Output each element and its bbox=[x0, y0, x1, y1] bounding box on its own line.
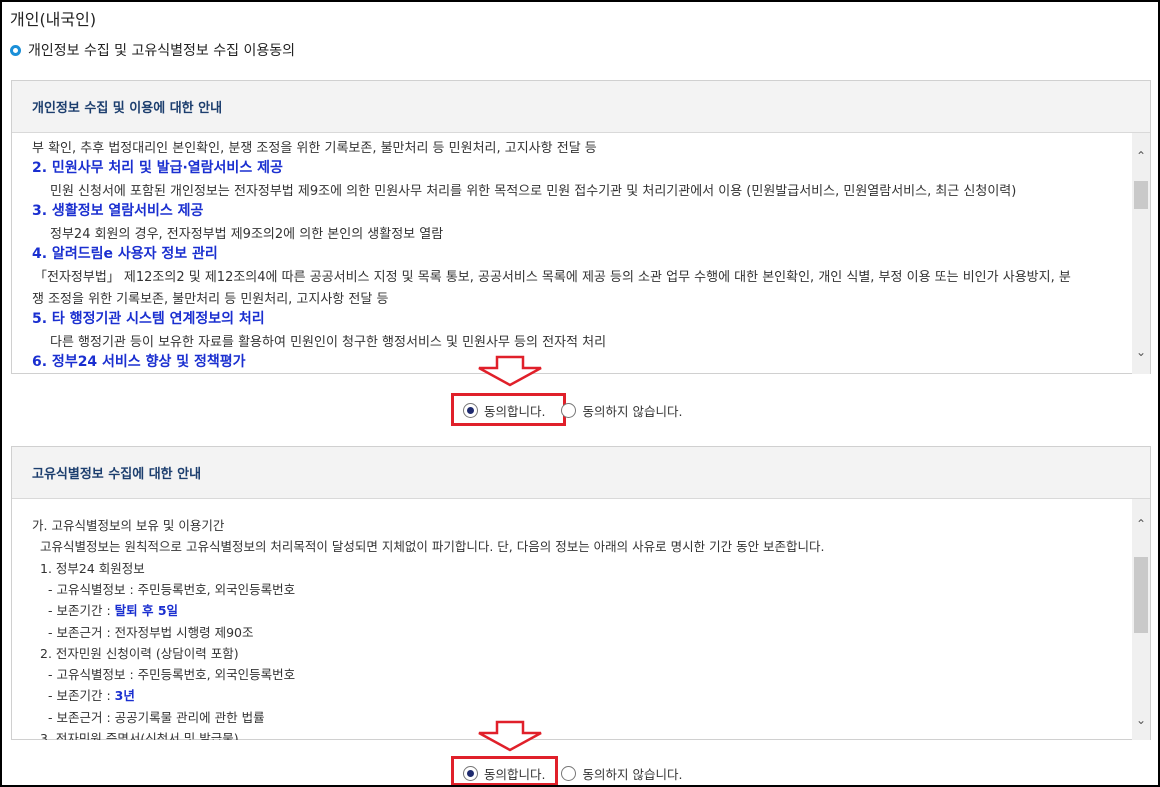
privacy-info-line: 「전자정부법」 제12조의2 및 제12조의4에 따른 공공서비스 지정 및 목… bbox=[34, 270, 1071, 285]
privacy-info-heading-item: 2. 민원사무 처리 및 발급·열람서비스 제공 bbox=[32, 160, 283, 176]
privacy-info-scroll-area[interactable]: 부 확인, 추후 법정대리인 본인확인, 분쟁 조정을 위한 기록보존, 불만처… bbox=[12, 133, 1150, 374]
privacy-info-heading-item: 6. 정부24 서비스 향상 및 정책평가 bbox=[32, 354, 246, 370]
privacy-info-heading: 개인정보 수집 및 이용에 대한 안내 bbox=[12, 81, 1150, 133]
scroll-up-icon[interactable]: ⌃ bbox=[1132, 515, 1150, 533]
privacy-info-line: 정부24 회원의 경우, 전자정부법 제9조의2에 의한 본인의 생활정보 열람 bbox=[50, 227, 444, 242]
scroll-down-icon[interactable]: ⌄ bbox=[1132, 711, 1150, 729]
scroll-down-icon[interactable]: ⌄ bbox=[1132, 343, 1150, 361]
privacy-info-scrollbar[interactable]: ⌃ ⌄ bbox=[1132, 133, 1150, 374]
unique-id-disagree-radio[interactable] bbox=[561, 766, 577, 781]
unique-id-line: - 보존근거 : 공공기록물 관리에 관한 법률 bbox=[48, 710, 265, 725]
retention-value: 탈퇴 후 5일 bbox=[114, 603, 179, 618]
unique-id-line: 1. 정부24 회원정보 bbox=[40, 561, 145, 576]
privacy-info-line: 민원 신청서에 포함된 개인정보는 전자정부법 제9조에 의한 민원사무 처리를… bbox=[50, 184, 1017, 199]
unique-id-retention-line: - 보존기간 : 탈퇴 후 5일 bbox=[48, 600, 178, 619]
unique-id-line: 2. 전자민원 신청이력 (상담이력 포함) bbox=[40, 646, 239, 661]
privacy-disagree-label[interactable]: 동의하지 않습니다. bbox=[582, 401, 682, 420]
circle-bullet-icon bbox=[10, 44, 21, 56]
unique-id-consent-group: 동의합니다. 동의하지 않습니다. bbox=[463, 764, 682, 783]
consent-page: 개인(내국인) 개인정보 수집 및 고유식별정보 수집 이용동의 개인정보 수집… bbox=[0, 0, 1160, 787]
unique-id-info-heading: 고유식별정보 수집에 대한 안내 bbox=[12, 447, 1150, 499]
privacy-info-panel: 개인정보 수집 및 이용에 대한 안내 부 확인, 추후 법정대리인 본인확인,… bbox=[11, 80, 1151, 374]
unique-id-line: - 고유식별정보 : 주민등록번호, 외국인등록번호 bbox=[48, 582, 296, 597]
privacy-info-line: 부 확인, 추후 법정대리인 본인확인, 분쟁 조정을 위한 기록보존, 불만처… bbox=[32, 141, 597, 156]
retention-label: - 보존기간 : bbox=[48, 688, 115, 703]
unique-id-line: 3. 전자민원 증명서(신청서 및 발급물) bbox=[40, 731, 239, 740]
unique-id-line: - 보존근거 : 전자정부법 시행령 제90조 bbox=[48, 625, 254, 640]
privacy-agree-label[interactable]: 동의합니다. bbox=[484, 401, 545, 420]
unique-id-disagree-label[interactable]: 동의하지 않습니다. bbox=[582, 764, 682, 783]
unique-id-scrollbar[interactable]: ⌃ ⌄ bbox=[1132, 499, 1150, 740]
privacy-info-heading-item: 5. 타 행정기관 시스템 연계정보의 처리 bbox=[32, 311, 265, 327]
page-title: 개인(내국인) bbox=[10, 10, 97, 29]
unique-id-line: 고유식별정보는 원칙적으로 고유식별정보의 처리목적이 달성되면 지체없이 파기… bbox=[40, 539, 825, 554]
down-arrow-annotation-icon bbox=[478, 355, 542, 387]
retention-value: 3년 bbox=[114, 688, 135, 703]
unique-id-retention-line: - 보존기간 : 3년 bbox=[48, 685, 135, 704]
down-arrow-annotation-icon bbox=[478, 720, 542, 752]
privacy-info-line: 다른 행정기관 등이 보유한 자료를 활용하여 민원인이 청구한 행정서비스 및… bbox=[50, 335, 607, 350]
scrollbar-thumb[interactable] bbox=[1134, 181, 1148, 209]
privacy-info-line: 쟁 조정을 위한 기록보존, 불만처리 등 민원처리, 고지사항 전달 등 bbox=[32, 292, 389, 307]
section-title: 개인정보 수집 및 고유식별정보 수집 이용동의 bbox=[10, 40, 295, 60]
unique-id-line: 가. 고유식별정보의 보유 및 이용기간 bbox=[32, 518, 225, 533]
unique-id-agree-radio[interactable] bbox=[463, 766, 478, 781]
scroll-up-icon[interactable]: ⌃ bbox=[1132, 147, 1150, 165]
unique-id-line: - 고유식별정보 : 주민등록번호, 외국인등록번호 bbox=[48, 667, 296, 682]
retention-label: - 보존기간 : bbox=[48, 603, 115, 618]
privacy-agree-radio[interactable] bbox=[463, 403, 478, 418]
privacy-disagree-radio[interactable] bbox=[561, 403, 577, 418]
section-title-text: 개인정보 수집 및 고유식별정보 수집 이용동의 bbox=[28, 43, 295, 59]
privacy-info-heading-item: 3. 생활정보 열람서비스 제공 bbox=[32, 203, 204, 219]
unique-id-info-scroll-area[interactable]: 가. 고유식별정보의 보유 및 이용기간 고유식별정보는 원칙적으로 고유식별정… bbox=[12, 499, 1150, 740]
privacy-info-heading-item: 4. 알려드림e 사용자 정보 관리 bbox=[32, 246, 218, 262]
scrollbar-thumb[interactable] bbox=[1134, 557, 1148, 633]
unique-id-info-panel: 고유식별정보 수집에 대한 안내 가. 고유식별정보의 보유 및 이용기간 고유… bbox=[11, 446, 1151, 740]
privacy-consent-group: 동의합니다. 동의하지 않습니다. bbox=[463, 401, 682, 420]
unique-id-agree-label[interactable]: 동의합니다. bbox=[484, 764, 545, 783]
